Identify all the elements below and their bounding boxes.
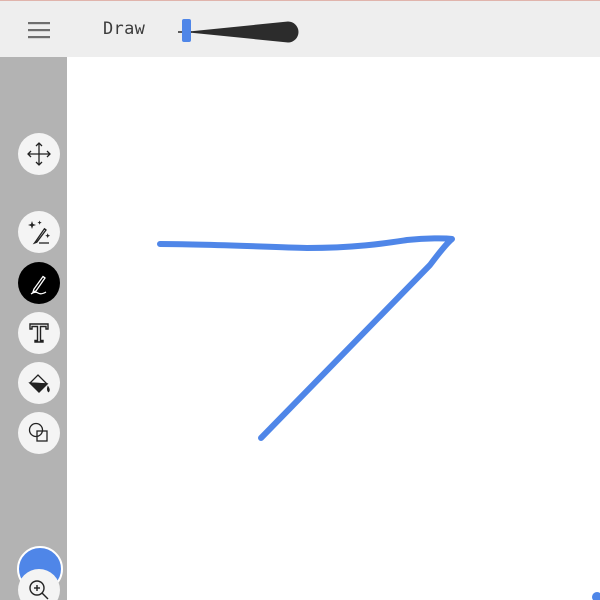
pen-tool-button[interactable]: [18, 262, 60, 304]
shapes-tool-button[interactable]: [18, 412, 60, 454]
drawn-stroke: [157, 235, 455, 441]
brush-size-slider[interactable]: [178, 16, 306, 46]
top-toolbar: Draw: [0, 0, 600, 57]
mode-label: Draw: [103, 19, 146, 39]
shapes-icon: [28, 422, 48, 442]
text-tool-button[interactable]: [18, 312, 60, 354]
brush-size-handle[interactable]: [182, 19, 191, 42]
move-arrows-icon: [27, 142, 51, 166]
fill-tool-button[interactable]: [18, 362, 60, 404]
brush-size-track: [184, 21, 299, 43]
magic-pen-tool-button[interactable]: [18, 211, 60, 253]
tool-sidebar: [0, 57, 67, 600]
sparkle-pen-icon: [28, 220, 51, 245]
menu-button[interactable]: [22, 15, 56, 45]
text-icon: [29, 323, 49, 343]
drawing-app: Draw: [0, 0, 600, 600]
move-tool-button[interactable]: [18, 133, 60, 175]
pen-icon: [30, 275, 47, 295]
hamburger-menu-icon: [28, 22, 50, 39]
paint-bucket-icon: [28, 374, 50, 393]
zoom-in-icon: [29, 580, 49, 600]
drawing-canvas[interactable]: [67, 57, 600, 600]
resize-handle[interactable]: [592, 592, 600, 600]
